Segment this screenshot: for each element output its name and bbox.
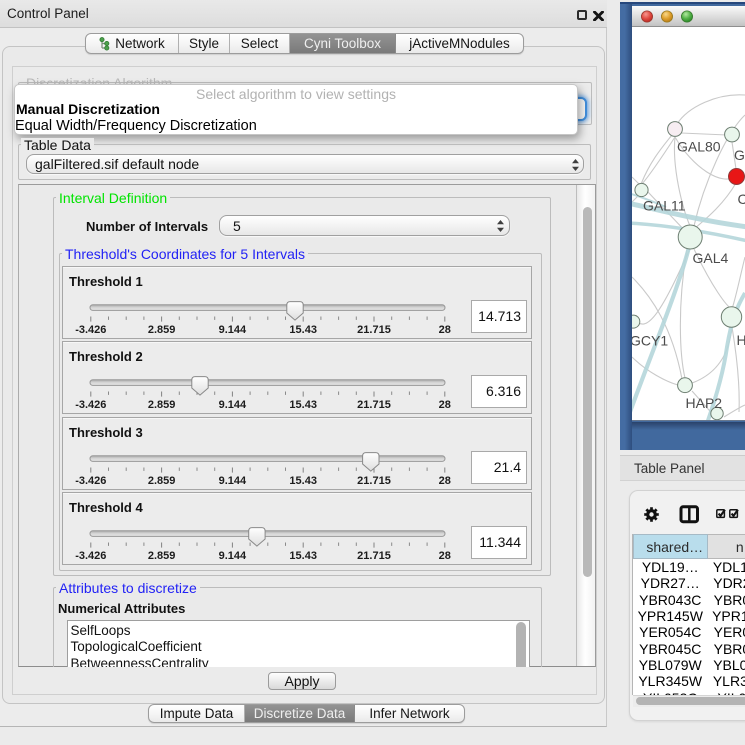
svg-text:-3.426: -3.426	[75, 550, 106, 562]
svg-text:15.43: 15.43	[289, 399, 317, 411]
svg-text:-3.426: -3.426	[75, 399, 106, 411]
svg-text:2.859: 2.859	[148, 550, 176, 562]
svg-text:9.144: 9.144	[219, 475, 247, 487]
svg-text:2.859: 2.859	[148, 399, 176, 411]
svg-text:2.859: 2.859	[148, 324, 176, 336]
svg-text:GA: GA	[734, 147, 745, 163]
svg-text:GCY1: GCY1	[632, 333, 668, 349]
svg-text:H: H	[737, 332, 745, 348]
svg-text:-3.426: -3.426	[75, 324, 106, 336]
svg-text:28: 28	[439, 475, 451, 487]
svg-text:21.715: 21.715	[357, 475, 391, 487]
svg-text:HAP2: HAP2	[686, 395, 723, 411]
svg-text:28: 28	[439, 550, 451, 562]
svg-text:15.43: 15.43	[289, 475, 317, 487]
svg-text:9.144: 9.144	[219, 324, 247, 336]
svg-text:21.715: 21.715	[357, 324, 391, 336]
svg-text:2.859: 2.859	[148, 475, 176, 487]
svg-text:28: 28	[439, 324, 451, 336]
svg-text:GAL11: GAL11	[643, 198, 686, 214]
svg-text:21.715: 21.715	[357, 399, 391, 411]
svg-text:21.715: 21.715	[357, 550, 391, 562]
svg-text:GAL80: GAL80	[677, 139, 721, 155]
svg-text:C: C	[738, 191, 745, 207]
svg-text:9.144: 9.144	[219, 399, 247, 411]
svg-text:28: 28	[439, 399, 451, 411]
svg-text:15.43: 15.43	[289, 550, 317, 562]
svg-text:15.43: 15.43	[289, 324, 317, 336]
svg-text:GAL4: GAL4	[693, 250, 729, 266]
svg-text:-3.426: -3.426	[75, 475, 106, 487]
svg-text:9.144: 9.144	[219, 550, 247, 562]
